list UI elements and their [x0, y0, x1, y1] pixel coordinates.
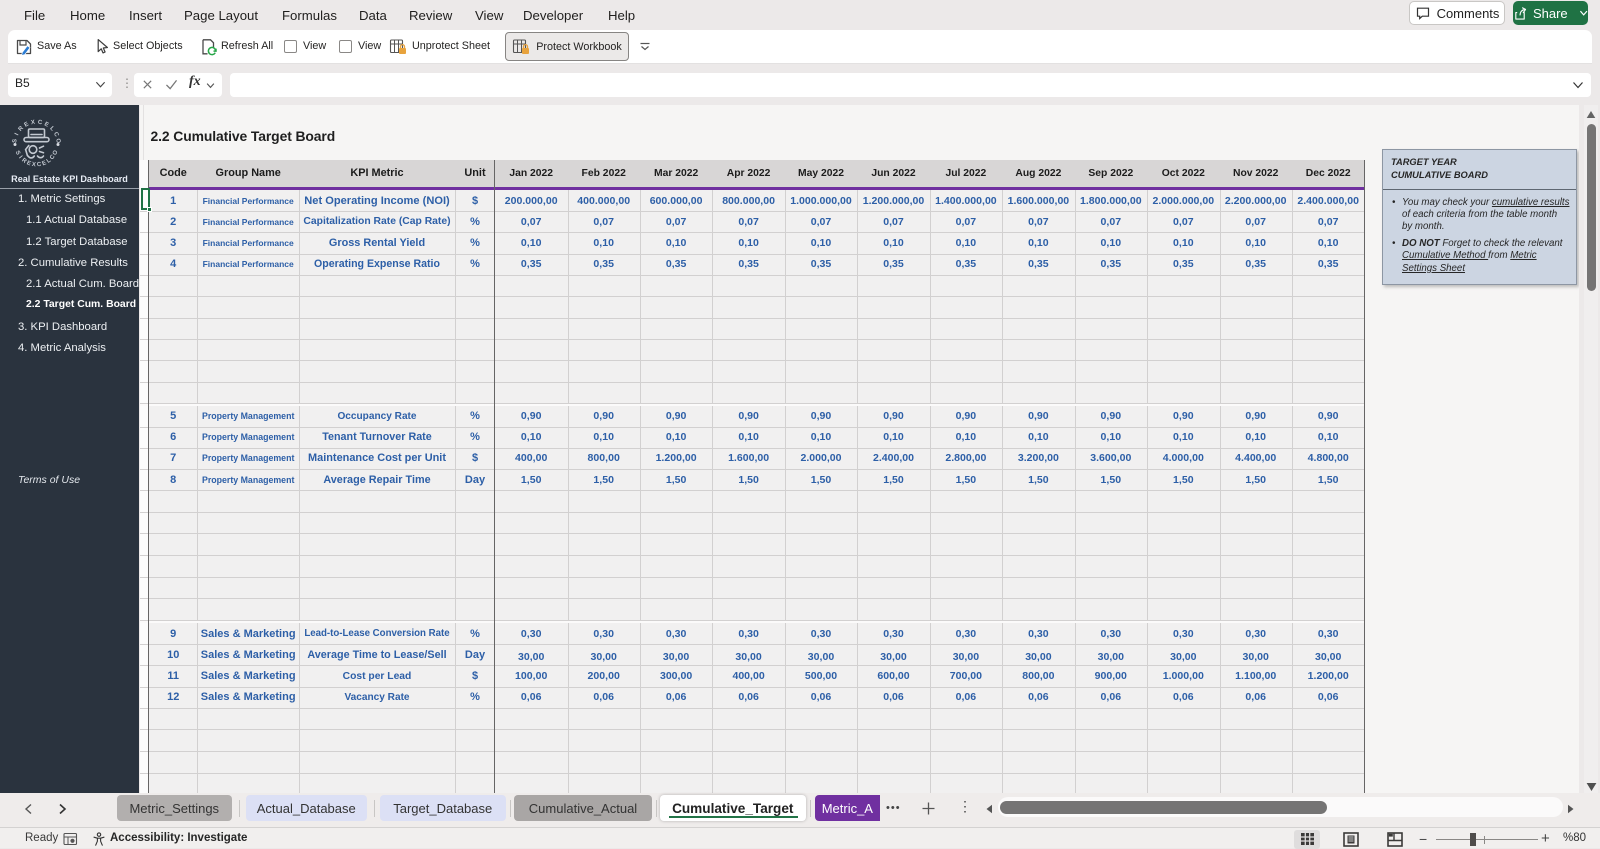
svg-text:E: E: [43, 122, 49, 129]
svg-text:E: E: [24, 122, 30, 129]
svg-text:X: X: [31, 162, 36, 168]
svg-text:L: L: [48, 126, 55, 133]
svg-text:I: I: [14, 132, 20, 136]
svg-text:X: X: [31, 120, 36, 127]
svg-text:S: S: [14, 150, 21, 156]
svg-text:C: C: [37, 120, 43, 127]
svg-text:O: O: [52, 149, 60, 156]
svg-text:S: S: [12, 139, 19, 144]
svg-text:C: C: [52, 131, 60, 138]
